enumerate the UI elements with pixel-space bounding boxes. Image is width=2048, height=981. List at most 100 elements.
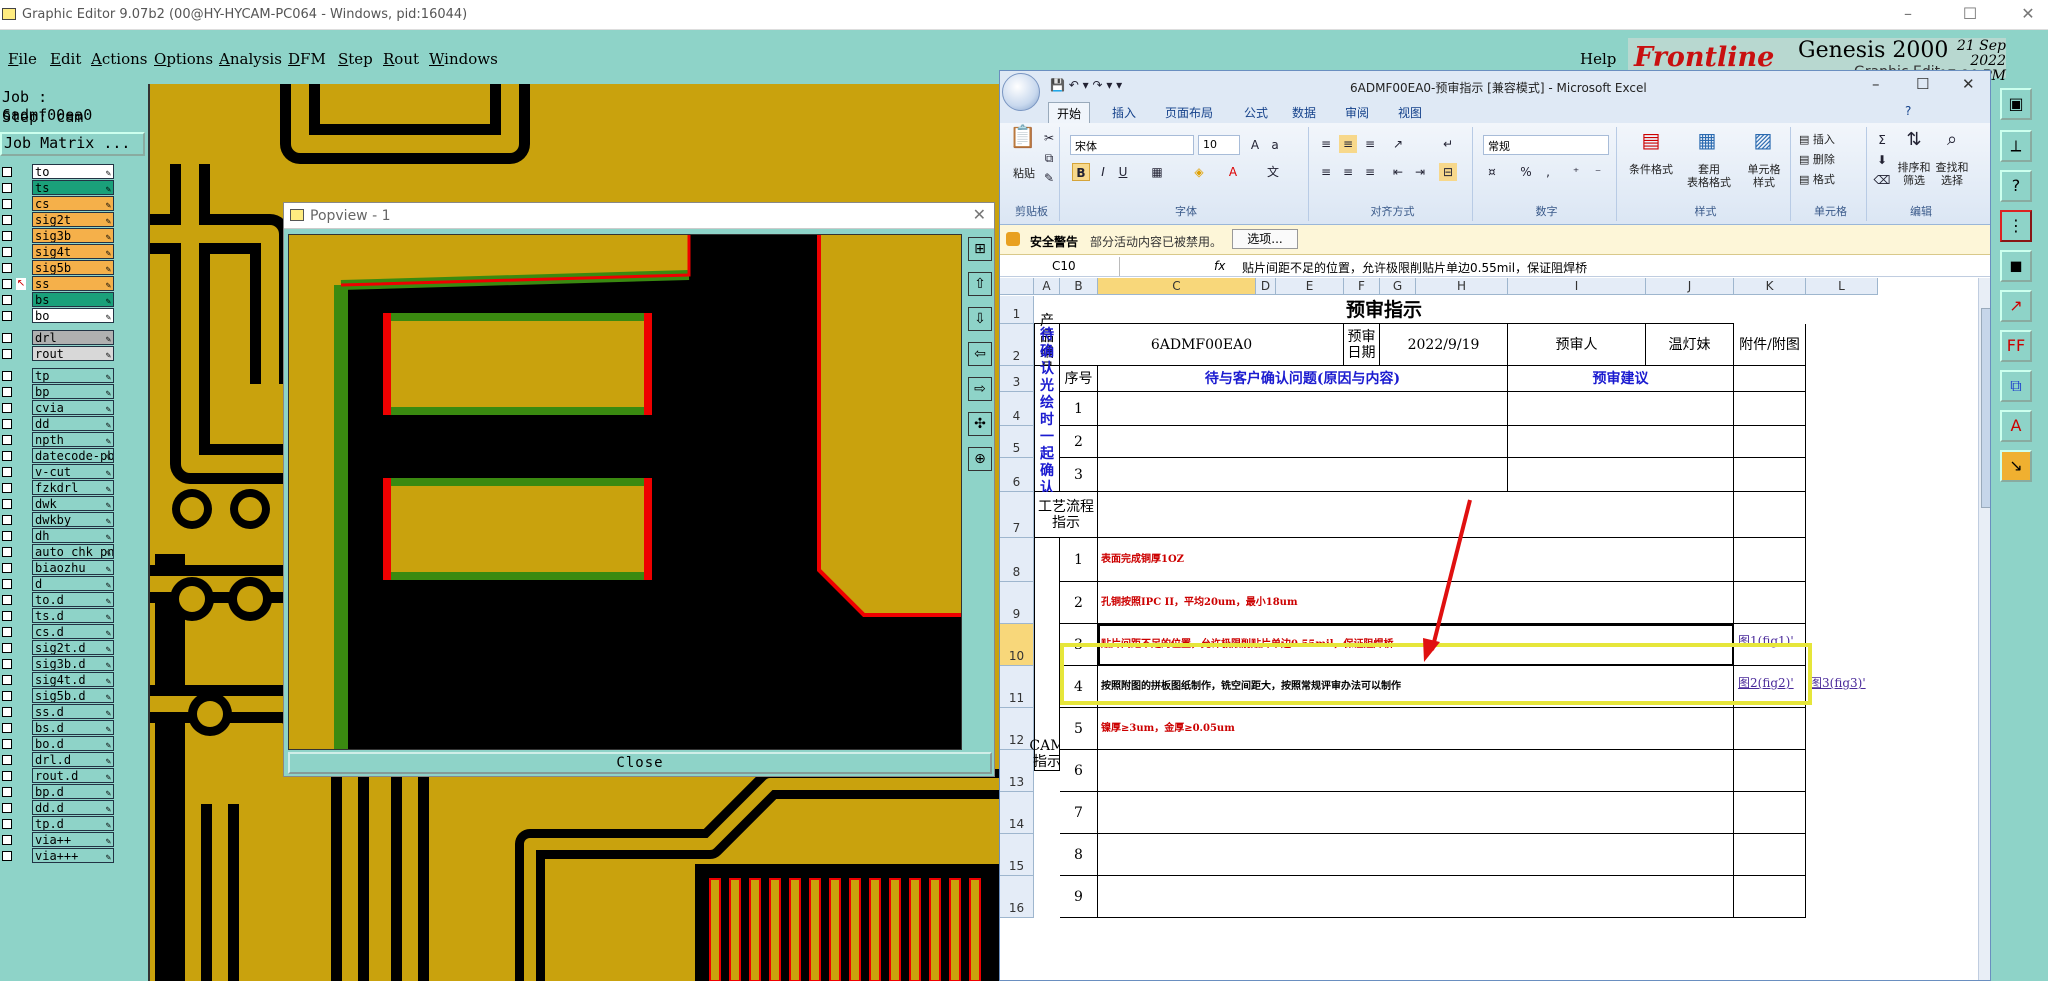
- increase-indent-icon[interactable]: ⇥: [1411, 163, 1429, 181]
- align-top-icon[interactable]: ≡: [1317, 135, 1335, 153]
- font-name-select[interactable]: 宋体: [1070, 135, 1194, 155]
- phonetic-icon[interactable]: 文: [1264, 163, 1282, 181]
- layer-row[interactable]: drl ✎: [0, 330, 118, 346]
- layer-checkbox[interactable]: [2, 199, 12, 209]
- layer-name[interactable]: bo ✎: [32, 308, 114, 323]
- percent-icon[interactable]: %: [1517, 163, 1535, 181]
- process-label[interactable]: 工艺流程 指示: [1034, 492, 1098, 538]
- layer-name[interactable]: drl.d ✎: [32, 752, 114, 767]
- layer-checkbox[interactable]: [2, 231, 12, 241]
- layer-row[interactable]: bs.d ✎: [0, 720, 118, 736]
- layer-row[interactable]: bo.d ✎: [0, 736, 118, 752]
- excel-maximize-icon[interactable]: ☐: [1916, 75, 1929, 93]
- layer-checkbox[interactable]: [2, 167, 12, 177]
- layer-row[interactable]: to.d ✎: [0, 592, 118, 608]
- menu-windows[interactable]: Windows: [429, 50, 498, 68]
- layer-name[interactable]: drl ✎: [32, 330, 114, 345]
- layer-row[interactable]: rout ✎: [0, 346, 118, 362]
- layer-row[interactable]: bs ✎: [0, 292, 118, 308]
- paste-icon[interactable]: 📋: [1008, 127, 1038, 161]
- attachment-cell[interactable]: [1734, 582, 1806, 624]
- name-box[interactable]: C10: [1002, 257, 1120, 276]
- menu-analysis[interactable]: Analysis: [219, 50, 282, 68]
- tab-home[interactable]: 开始: [1048, 102, 1091, 123]
- excel-close-icon[interactable]: ✕: [1962, 75, 1975, 93]
- layer-name[interactable]: datecode-pb ✎: [32, 448, 114, 463]
- layer-name[interactable]: sig3b.d ✎: [32, 656, 114, 671]
- row-header[interactable]: 5: [1000, 426, 1034, 458]
- maximize-button[interactable]: ☐: [1952, 4, 1988, 23]
- layer-name[interactable]: npth ✎: [32, 432, 114, 447]
- font-color-icon[interactable]: A: [1224, 163, 1242, 181]
- align-right-icon[interactable]: ≡: [1361, 163, 1379, 181]
- menu-rout[interactable]: Rout: [383, 50, 419, 68]
- sort-filter-button[interactable]: 排序和 筛选: [1895, 161, 1933, 187]
- tab-data[interactable]: 数据: [1292, 104, 1316, 121]
- layer-row[interactable]: dd.d ✎: [0, 800, 118, 816]
- layer-name[interactable]: bs.d ✎: [32, 720, 114, 735]
- find-select-icon[interactable]: ⌕: [1939, 131, 1965, 157]
- layer-checkbox[interactable]: [2, 247, 12, 257]
- tab-insert[interactable]: 插入: [1112, 104, 1136, 121]
- layer-name[interactable]: biaozhu ✎: [32, 560, 114, 575]
- pending-item[interactable]: [1098, 426, 1508, 458]
- cut-icon[interactable]: ✂: [1040, 129, 1058, 147]
- scroll-thumb[interactable]: [1981, 308, 1990, 508]
- layer-row[interactable]: bp ✎: [0, 384, 118, 400]
- excel-minimize-icon[interactable]: –: [1872, 75, 1880, 93]
- row-header[interactable]: 7: [1000, 492, 1034, 538]
- layer-checkbox[interactable]: [2, 403, 12, 413]
- layer-name[interactable]: sig4t ✎: [32, 244, 114, 259]
- layer-name[interactable]: sig5b.d ✎: [32, 688, 114, 703]
- layer-row[interactable]: via++ ✎: [0, 832, 118, 848]
- sort-filter-icon[interactable]: ⇅: [1901, 131, 1927, 157]
- row-header[interactable]: 15: [1000, 834, 1034, 876]
- layer-checkbox[interactable]: [2, 435, 12, 445]
- cam-num[interactable]: 9: [1060, 876, 1098, 918]
- layer-checkbox[interactable]: [2, 787, 12, 797]
- number-format-select[interactable]: 常规: [1483, 135, 1609, 155]
- layer-row[interactable]: sig2t ✎: [0, 212, 118, 228]
- tool-measure-icon[interactable]: ↗: [2000, 290, 2032, 322]
- layer-row[interactable]: sig4t.d ✎: [0, 672, 118, 688]
- table-format-icon[interactable]: ▦: [1693, 130, 1721, 159]
- close-button[interactable]: ✕: [2010, 4, 2046, 23]
- layer-checkbox[interactable]: [2, 531, 12, 541]
- tool-netlist-icon[interactable]: ⧉: [2000, 370, 2032, 402]
- font-size-select[interactable]: 10: [1198, 135, 1240, 155]
- increase-decimal-icon[interactable]: ⁺: [1567, 163, 1585, 181]
- row-header[interactable]: 3: [1000, 366, 1034, 392]
- layer-checkbox[interactable]: [2, 387, 12, 397]
- attachment-label[interactable]: 附件/附图: [1734, 324, 1806, 366]
- layer-row[interactable]: sig5b.d ✎: [0, 688, 118, 704]
- fx-icon[interactable]: fx: [1214, 259, 1225, 273]
- layer-checkbox[interactable]: [2, 691, 12, 701]
- row-header[interactable]: 2: [1000, 324, 1034, 366]
- layer-checkbox[interactable]: [2, 515, 12, 525]
- layer-checkbox[interactable]: [2, 755, 12, 765]
- tool-select-icon[interactable]: ◼: [2000, 250, 2032, 282]
- suggestion-label[interactable]: 预审建议: [1508, 366, 1734, 392]
- cam-item[interactable]: 孔铜按照IPC II，平均20um，最小18um: [1098, 582, 1734, 624]
- layer-checkbox[interactable]: [2, 835, 12, 845]
- layer-row[interactable]: sig5b ✎: [0, 260, 118, 276]
- row-header[interactable]: 8: [1000, 538, 1034, 582]
- format-cells-button[interactable]: ▤ 格式: [1799, 173, 1863, 186]
- layer-row[interactable]: cvia ✎: [0, 400, 118, 416]
- fill-icon[interactable]: ⬇: [1873, 151, 1891, 169]
- layer-name[interactable]: auto_chk_pn ✎: [32, 544, 114, 559]
- currency-icon[interactable]: ¤: [1483, 163, 1501, 181]
- pv-zoom-out-icon[interactable]: ✣: [968, 412, 992, 436]
- layer-name[interactable]: cvia ✎: [32, 400, 114, 415]
- layer-checkbox[interactable]: [2, 563, 12, 573]
- layer-name[interactable]: ss ✎: [32, 276, 114, 291]
- vertical-scrollbar[interactable]: [1978, 278, 1990, 980]
- layer-row[interactable]: auto_chk_pn ✎: [0, 544, 118, 560]
- layer-name[interactable]: ss.d ✎: [32, 704, 114, 719]
- layer-row[interactable]: rout.d ✎: [0, 768, 118, 784]
- layer-row[interactable]: d ✎: [0, 576, 118, 592]
- layer-name[interactable]: to.d ✎: [32, 592, 114, 607]
- find-select-button[interactable]: 查找和 选择: [1933, 161, 1971, 187]
- cell[interactable]: [1734, 366, 1806, 392]
- layer-checkbox[interactable]: [2, 215, 12, 225]
